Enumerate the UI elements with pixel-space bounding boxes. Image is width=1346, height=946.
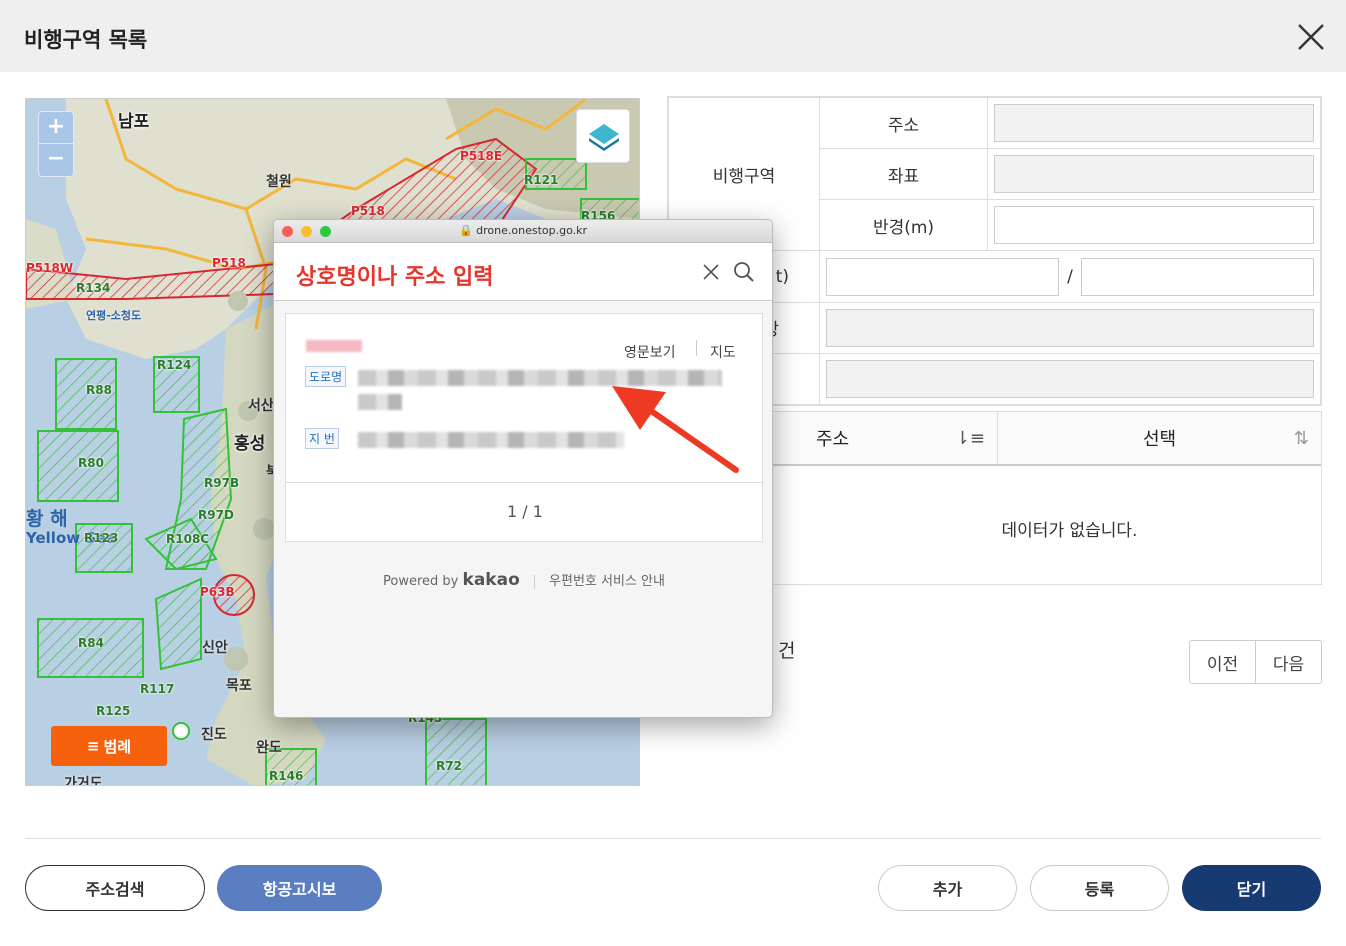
- popup-url-text: drone.onestop.go.kr: [476, 224, 588, 237]
- address-search-popup: 🔒 drone.onestop.go.kr 상호명이나 주소 입력 영문보기 지…: [273, 219, 773, 718]
- city-label: 서산: [248, 398, 274, 414]
- legend-button[interactable]: ≡ 범례: [51, 726, 167, 766]
- lock-icon: 🔒: [458, 224, 473, 237]
- kakao-logo: kakao: [462, 570, 520, 590]
- radius-label: 반경(m): [819, 199, 988, 252]
- zone-label-green: R80: [78, 456, 104, 470]
- city-label: 가거도: [64, 776, 103, 786]
- zone-label-green: R117: [140, 682, 175, 696]
- divider: [25, 838, 1321, 839]
- popup-search-bar[interactable]: 상호명이나 주소 입력: [274, 243, 772, 301]
- lot-address-tag: 지 번: [305, 428, 339, 449]
- notam-button[interactable]: 항공고시보: [217, 865, 382, 911]
- red-arrow-icon: [612, 386, 739, 473]
- prev-button[interactable]: 이전: [1190, 641, 1256, 683]
- road-address-tag: 도로명: [305, 366, 347, 387]
- close-button[interactable]: 닫기: [1182, 865, 1321, 911]
- city-label: 홍성: [234, 434, 266, 454]
- zone-label-green: R97D: [198, 508, 234, 522]
- link-divider: [696, 340, 697, 356]
- col-select-label: 선택: [1142, 429, 1177, 450]
- powered-by-text: Powered by: [383, 574, 459, 589]
- zone-label-red: P518: [351, 204, 385, 218]
- city-label: 완도: [256, 740, 282, 756]
- search-input[interactable]: 상호명이나 주소 입력: [296, 259, 493, 291]
- zone-label-green: R84: [78, 636, 104, 650]
- register-button[interactable]: 등록: [1030, 865, 1169, 911]
- layer-toggle-button[interactable]: [576, 109, 630, 163]
- zoom-out-button[interactable]: −: [39, 144, 73, 176]
- popup-titlebar: 🔒 drone.onestop.go.kr: [274, 220, 772, 243]
- zone-label-red: P518W: [26, 261, 74, 275]
- english-view-link[interactable]: 영문보기: [624, 342, 676, 362]
- sort-icon[interactable]: ⇅: [1294, 428, 1309, 449]
- dialog-title: 비행구역 목록: [24, 28, 148, 52]
- zoom-in-button[interactable]: +: [39, 112, 73, 144]
- footer-divider: [533, 574, 535, 589]
- zone-label-green: R121: [524, 173, 559, 187]
- zone-label-red: P518: [212, 256, 246, 270]
- altitude-min-field[interactable]: [826, 257, 1060, 296]
- zone-label-red: P518E: [460, 149, 503, 163]
- map-link[interactable]: 지도: [710, 342, 736, 362]
- zone-label-green: R124: [157, 358, 192, 372]
- pager: 이전 다음: [1189, 640, 1322, 684]
- altitude-max-field[interactable]: [1080, 257, 1315, 296]
- address-field[interactable]: [994, 104, 1314, 143]
- city-label: 철원: [266, 174, 292, 190]
- address-label: 주소: [819, 96, 988, 150]
- zoom-control: + −: [38, 111, 74, 177]
- layers-icon: [589, 124, 619, 151]
- zone-label-green: R108C: [166, 532, 210, 546]
- coord-label: 좌표: [819, 148, 988, 201]
- postal-service-link[interactable]: 우편번호 서비스 안내: [549, 574, 665, 589]
- next-button[interactable]: 다음: [1256, 641, 1321, 683]
- zone-label-green: R146: [269, 769, 304, 783]
- add-button[interactable]: 추가: [878, 865, 1017, 911]
- lot-address-blurred: [358, 432, 624, 448]
- col-address-label: 주소: [815, 429, 850, 450]
- zone-label-green: R134: [76, 281, 111, 295]
- result-count: 건: [778, 640, 796, 662]
- city-label: 목포: [226, 678, 252, 694]
- row6-field[interactable]: [826, 359, 1314, 398]
- address-search-button[interactable]: 주소검색: [25, 865, 205, 911]
- row5-field[interactable]: [826, 308, 1314, 347]
- sea-label: 황 해: [26, 508, 68, 530]
- coord-field[interactable]: [994, 155, 1314, 194]
- clear-icon[interactable]: [702, 263, 720, 281]
- place-label: 연평-소청도: [86, 309, 142, 322]
- range-separator: /: [1067, 266, 1073, 287]
- card-divider: [286, 482, 764, 483]
- zone-label-green: R125: [96, 704, 131, 718]
- popup-url: 🔒 drone.onestop.go.kr: [274, 224, 772, 237]
- zone-label-red: P63B: [200, 585, 235, 599]
- radius-field[interactable]: [994, 206, 1314, 245]
- zone-label-green: R123: [84, 531, 119, 545]
- postal-code-blurred: [306, 340, 362, 352]
- road-address-blurred-2: [358, 394, 402, 410]
- city-label: 진도: [201, 727, 227, 743]
- col-select-header[interactable]: 선택 ⇅: [998, 412, 1321, 464]
- popup-footer: Powered by kakao 우편번호 서비스 안내: [274, 570, 772, 590]
- city-label: 남포: [118, 112, 150, 132]
- menu-icon: ≡: [86, 737, 100, 755]
- legend-button-label: 범례: [103, 737, 132, 756]
- dialog-header: 비행구역 목록: [0, 0, 1346, 72]
- close-icon[interactable]: [1294, 20, 1328, 54]
- city-label: 신안: [202, 640, 228, 656]
- page-indicator: 1 / 1: [507, 502, 543, 521]
- search-icon[interactable]: [733, 261, 755, 283]
- zone-label-green: R97B: [204, 476, 240, 490]
- zone-label-green: R72: [436, 759, 462, 773]
- sort-icon[interactable]: ⇂≡: [955, 428, 985, 449]
- zone-label-green: R88: [86, 383, 112, 397]
